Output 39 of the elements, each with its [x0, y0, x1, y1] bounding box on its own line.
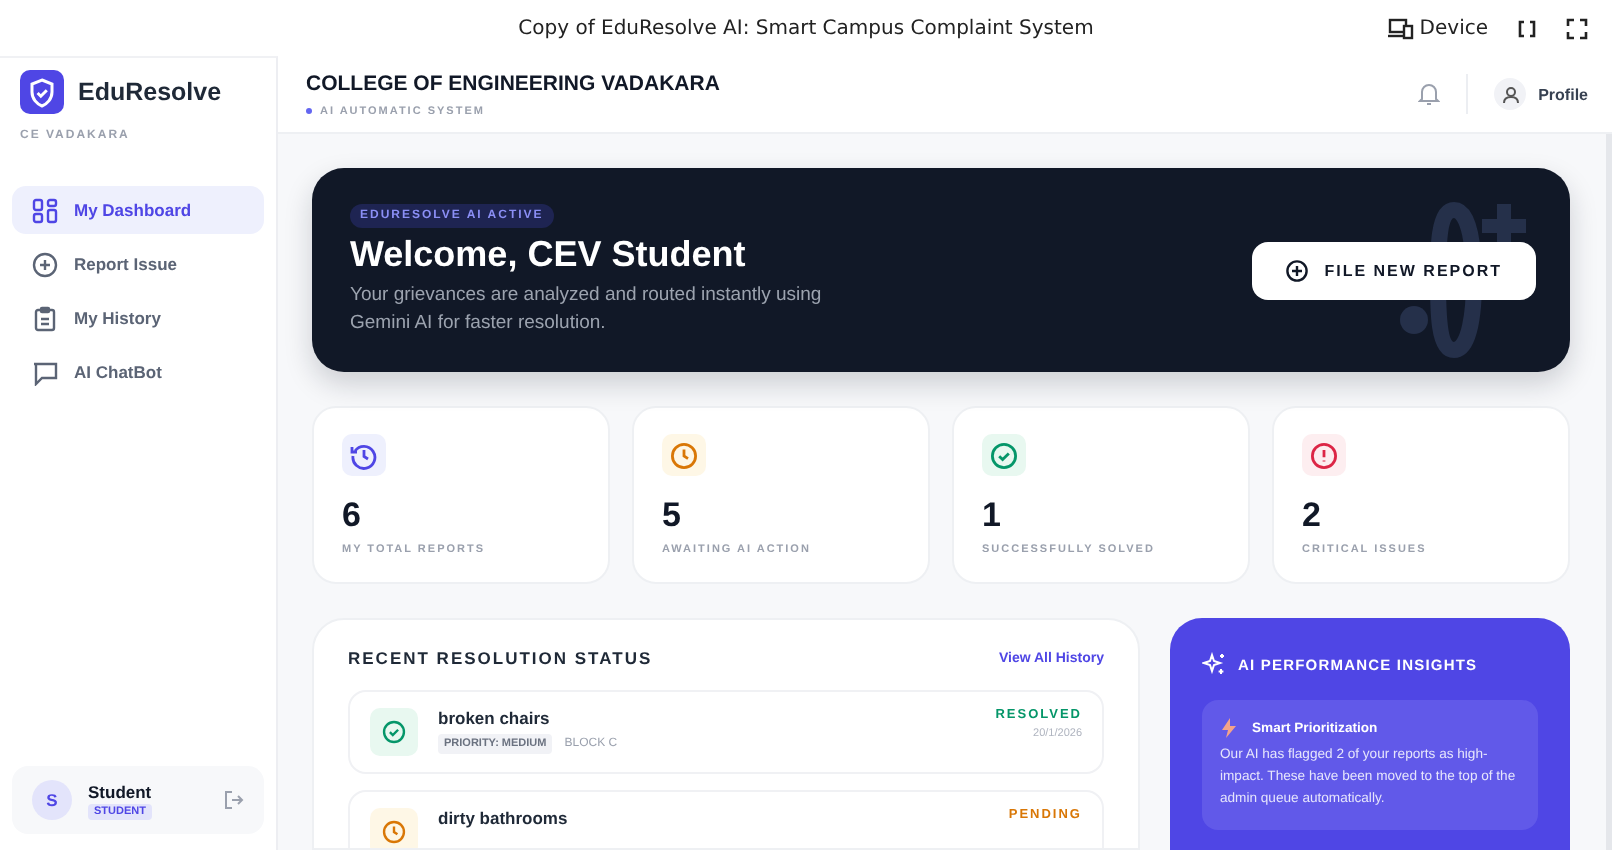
check-icon [982, 434, 1026, 476]
clipboard-icon [32, 305, 58, 331]
nav-item[interactable]: Report Issue [12, 240, 264, 288]
dashboard-grid-icon [32, 197, 58, 223]
stat-value: 5 [662, 496, 681, 536]
stat-value: 1 [982, 496, 1001, 536]
nav-item[interactable]: AI ChatBot [12, 348, 264, 396]
welcome-text: Your grievances are analyzed and routed instantly using Gemini AI for faster resolution. [350, 282, 824, 336]
plus-circle-icon [1286, 259, 1309, 281]
alert-icon [1302, 434, 1346, 476]
nav-item[interactable]: My History [12, 294, 264, 342]
user-name: Student [88, 781, 152, 801]
stat-value: 2 [1302, 496, 1321, 536]
sparkle-icon [1202, 652, 1226, 676]
fullscreen-icon[interactable] [1566, 17, 1588, 39]
welcome-title: Welcome, CEV Student [350, 234, 746, 277]
report-title: broken chairs [438, 708, 552, 728]
lightning-icon [1220, 718, 1238, 738]
nav-item[interactable]: My Dashboard [12, 186, 264, 234]
panel-title: RECENT RESOLUTION STATUS [348, 648, 653, 668]
plus-circle-icon [32, 251, 58, 277]
profile-button[interactable]: Profile [1494, 78, 1588, 110]
user-avatar: S [32, 780, 72, 820]
history-icon [342, 434, 386, 476]
clock-icon [370, 808, 418, 848]
file-report-button[interactable]: FILE NEW REPORT [1252, 241, 1536, 299]
page-title: Copy of EduResolve AI: Smart Campus Complaint System [518, 17, 1094, 39]
report-title: dirty bathrooms [438, 808, 570, 828]
user-icon [1501, 85, 1520, 103]
notification-bell-icon[interactable] [1418, 82, 1441, 106]
college-name: COLLEGE OF ENGINEERING VADAKARA [306, 71, 720, 95]
check-icon [370, 708, 418, 756]
device-button[interactable]: Device [1387, 17, 1488, 39]
clock-icon [662, 434, 706, 476]
stat-value: 6 [342, 496, 361, 536]
devices-icon [1387, 17, 1414, 39]
shield-logo-icon [20, 70, 64, 114]
chat-bubble-icon [32, 359, 58, 385]
brand-name: EduResolve [78, 78, 222, 106]
